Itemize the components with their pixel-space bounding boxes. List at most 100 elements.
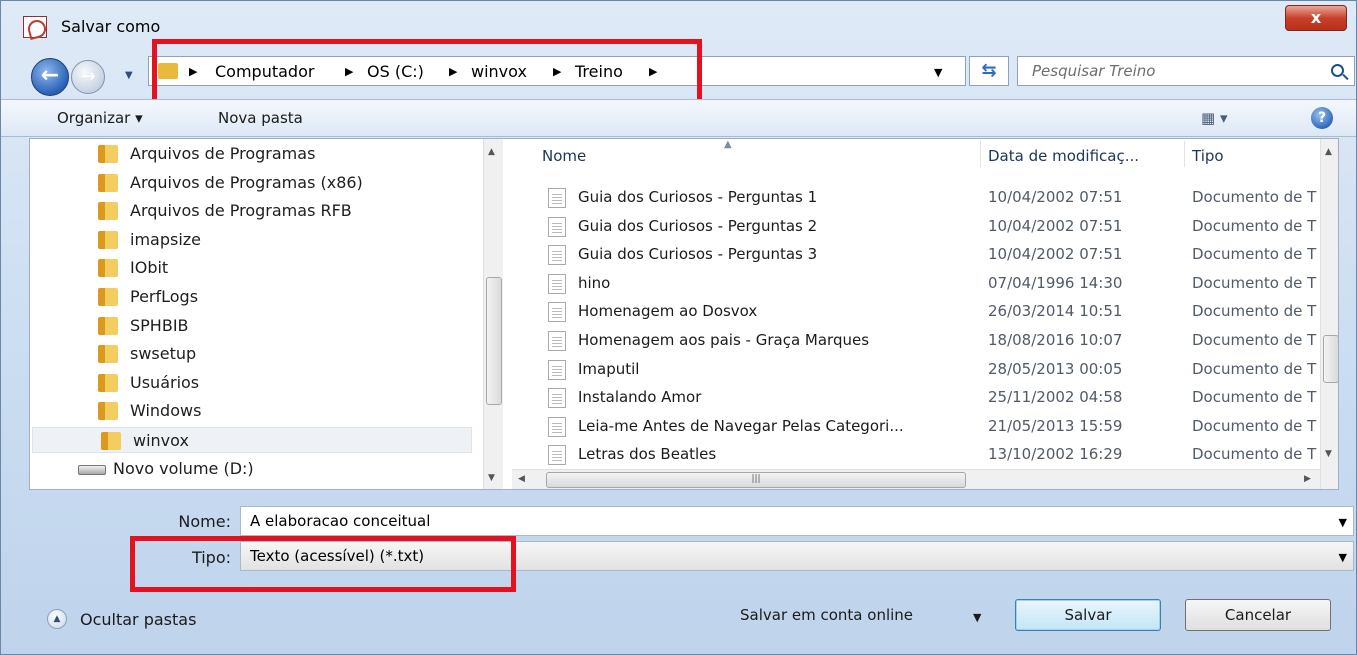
file-name: Leia-me Antes de Navegar Pelas Categori.… [578, 416, 904, 435]
folder-icon [101, 432, 121, 450]
file-row[interactable]: Homenagem aos pais - Graça Marques 18/08/… [512, 326, 1338, 354]
file-date: 10/04/2002 07:51 [988, 245, 1123, 264]
close-button[interactable]: x [1285, 5, 1347, 31]
column-header-type[interactable]: Tipo [1192, 147, 1224, 165]
tree-item-label: IObit [130, 258, 169, 278]
file-row[interactable]: Letras dos Beatles 13/10/2002 16:29 Docume… [512, 440, 1338, 468]
help-icon[interactable]: ? [1311, 107, 1333, 129]
tree-item[interactable]: PerfLogs [30, 284, 470, 310]
tree-item-label: swsetup [130, 344, 197, 364]
view-options-icon[interactable]: ▦ ▾ [1201, 109, 1227, 127]
file-date: 07/04/1996 14:30 [988, 273, 1123, 292]
tree-item[interactable]: SPHBIB [30, 313, 470, 339]
file-row[interactable]: Imaputil 28/05/2013 00:05 Documento de T [512, 355, 1338, 383]
tree-item[interactable]: Arquivos de Programas [30, 141, 470, 167]
chevron-down-icon[interactable]: ▼ [934, 66, 942, 79]
file-type: Documento de T [1192, 445, 1317, 464]
file-row[interactable]: Leia-me Antes de Navegar Pelas Categori.… [512, 412, 1338, 440]
column-divider[interactable] [980, 141, 981, 167]
file-name: Homenagem ao Dosvox [578, 302, 758, 321]
tree-item[interactable]: Windows [30, 398, 470, 424]
scroll-down-icon[interactable]: ▼ [488, 473, 495, 483]
column-header-name[interactable]: Nome [542, 147, 586, 165]
chevron-down-icon[interactable]: ▼ [973, 611, 981, 624]
chevron-down-icon[interactable]: ▼ [1339, 516, 1347, 529]
save-button[interactable]: Salvar [1015, 599, 1161, 631]
pdf-app-icon [23, 16, 47, 38]
text-document-icon [548, 273, 566, 294]
file-date: 18/08/2016 10:07 [988, 331, 1123, 349]
tree-item-label: SPHBIB [130, 315, 189, 335]
folder-icon [98, 230, 118, 249]
file-row[interactable]: Guia dos Curiosos - Perguntas 1 10/04/200… [512, 183, 1338, 211]
filename-label: Nome: [178, 512, 231, 531]
tree-scroll-thumb[interactable] [486, 277, 502, 405]
save-as-dialog: Salvar como x ← → ▼ ▶ Computador ▶ OS (C… [0, 0, 1357, 655]
drive-icon [78, 464, 106, 475]
tree-item[interactable]: imapsize [30, 227, 470, 253]
scroll-up-icon[interactable]: ▲ [488, 147, 495, 157]
scroll-down-icon[interactable]: ▼ [1325, 449, 1332, 459]
folder-icon [98, 373, 118, 392]
tree-item-label: PerfLogs [130, 287, 199, 306]
collapse-up-icon[interactable]: ▲ [47, 609, 67, 629]
command-bar: Organizar ▾ Nova pasta ▦ ▾ ? [1, 99, 1356, 137]
filename-input[interactable]: A elaboracao conceitual ▼ [240, 506, 1354, 536]
cancel-button[interactable]: Cancelar [1185, 599, 1331, 631]
browser-pane: Arquivos de Programas Arquivos de Program… [29, 138, 1339, 490]
text-document-icon [548, 245, 566, 266]
search-placeholder: Pesquisar Treino [1032, 62, 1156, 80]
file-list-hscrollbar[interactable]: ◀ ||| ▶ [512, 469, 1322, 489]
file-list: ▲ Nome Data de modificaç... Tipo Guia do… [512, 139, 1338, 489]
file-type: Documento de T [1192, 188, 1317, 206]
search-input[interactable]: Pesquisar Treino [1017, 56, 1355, 86]
file-row[interactable]: Instalando Amor 25/11/2002 04:58 Documento… [512, 383, 1338, 411]
file-row[interactable]: Homenagem ao Dosvox 26/03/2014 10:51 Docum… [512, 297, 1338, 325]
tree-item[interactable]: Novo volume (D:) [30, 456, 470, 482]
hide-folders-button[interactable]: Ocultar pastas [80, 610, 196, 629]
tree-item[interactable]: Arquivos de Programas (x86) [30, 170, 470, 196]
search-icon[interactable] [1331, 64, 1344, 77]
tree-item-label: Windows [130, 401, 202, 421]
file-row[interactable]: Guia dos Curiosos - Perguntas 3 10/04/200… [512, 240, 1338, 268]
file-row[interactable]: hino 07/04/1996 14:30 Documento de T [512, 269, 1338, 297]
tree-item-label: Usuários [130, 372, 200, 392]
file-list-scrollbar[interactable]: ▲ ▼ [1320, 139, 1338, 489]
file-type: Documento de T [1192, 245, 1317, 264]
organizar-menu[interactable]: Organizar ▾ [57, 109, 143, 127]
tree-item[interactable]: IObit [30, 255, 470, 281]
save-online-button[interactable]: Salvar em conta online [740, 606, 913, 624]
file-name: Letras dos Beatles [578, 445, 717, 464]
scroll-left-icon[interactable]: ◀ [518, 474, 525, 484]
folder-icon [98, 402, 118, 421]
tree-item[interactable]: swsetup [30, 341, 470, 367]
tree-item[interactable]: winvox [32, 427, 472, 453]
text-document-icon [548, 302, 566, 323]
history-dropdown-icon[interactable]: ▼ [125, 70, 133, 81]
file-date: 13/10/2002 16:29 [988, 445, 1123, 464]
file-row[interactable]: Guia dos Curiosos - Perguntas 2 10/04/200… [512, 212, 1338, 240]
new-folder-button[interactable]: Nova pasta [218, 109, 303, 127]
tree-item-label: Arquivos de Programas [130, 144, 316, 163]
file-name: Guia dos Curiosos - Perguntas 1 [578, 188, 818, 206]
tree-item-label: Novo volume (D:) [113, 458, 254, 478]
folder-icon [98, 202, 118, 221]
scroll-right-icon[interactable]: ▶ [1304, 474, 1311, 484]
refresh-button[interactable]: ⇆ [969, 56, 1009, 86]
folder-icon [98, 345, 118, 364]
tree-item[interactable]: Arquivos de Programas RFB [30, 198, 470, 224]
tree-scrollbar[interactable]: ▲ ▼ [483, 139, 503, 489]
back-arrow-icon[interactable]: ← [31, 58, 69, 96]
forward-arrow-icon[interactable]: → [71, 60, 105, 94]
chevron-down-icon[interactable]: ▼ [1339, 551, 1347, 564]
column-divider[interactable] [1184, 141, 1185, 167]
horizontal-scroll-thumb[interactable]: ||| [546, 472, 966, 488]
file-date: 25/11/2002 04:58 [988, 388, 1123, 407]
title-bar: Salvar como x [1, 1, 1356, 43]
file-scroll-thumb[interactable] [1323, 335, 1338, 383]
tree-item[interactable]: Usuários [30, 370, 470, 396]
file-type: Documento de T [1192, 416, 1317, 435]
folder-icon [98, 259, 118, 278]
scroll-up-icon[interactable]: ▲ [1325, 147, 1332, 157]
column-header-date[interactable]: Data de modificaç... [988, 147, 1139, 165]
